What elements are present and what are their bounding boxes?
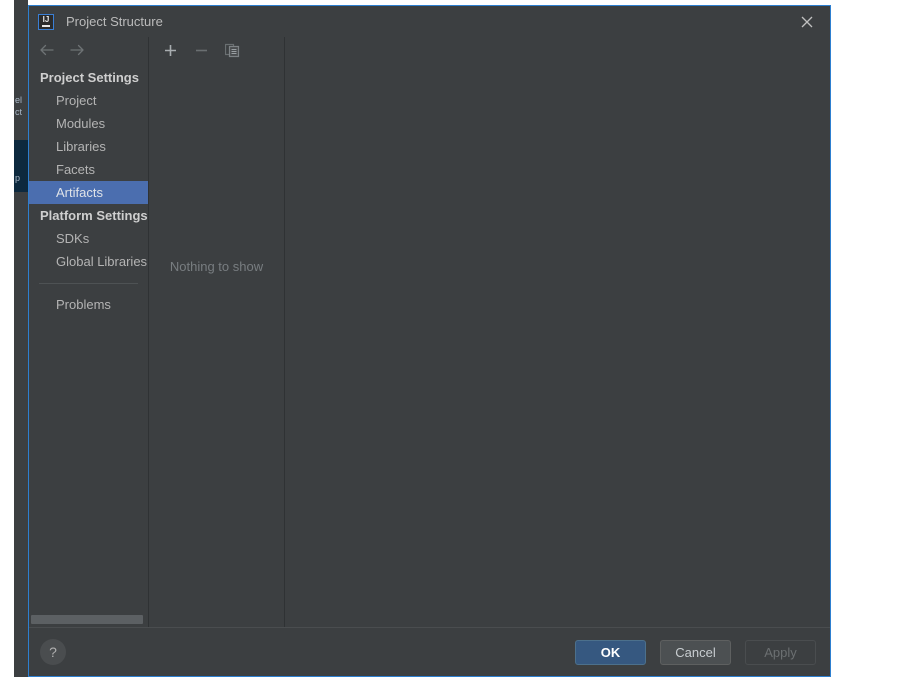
forward-button[interactable] bbox=[69, 42, 86, 59]
artifact-detail-panel bbox=[285, 37, 830, 627]
app-icon-text: IJ bbox=[42, 14, 50, 24]
sidebar-navigation bbox=[29, 37, 148, 63]
sidebar-horizontal-scrollbar[interactable] bbox=[29, 615, 148, 627]
scrollbar-thumb[interactable] bbox=[31, 615, 143, 624]
copy-icon bbox=[224, 43, 239, 57]
close-button[interactable] bbox=[784, 6, 830, 37]
back-button[interactable] bbox=[38, 42, 55, 59]
minus-icon bbox=[195, 49, 207, 51]
apply-button[interactable]: Apply bbox=[745, 639, 816, 665]
background-ide-window: el ct p bbox=[0, 0, 28, 677]
copy-artifact-button[interactable] bbox=[222, 40, 242, 60]
plus-icon bbox=[164, 44, 176, 56]
sidebar-item-libraries[interactable]: Libraries bbox=[29, 135, 148, 158]
remove-artifact-button[interactable] bbox=[191, 40, 211, 60]
sidebar-item-artifacts[interactable]: Artifacts bbox=[29, 181, 148, 204]
sidebar-group-project-settings: Project Settings bbox=[40, 70, 139, 85]
ok-button[interactable]: OK bbox=[575, 639, 646, 665]
sidebar-item-facets[interactable]: Facets bbox=[29, 158, 148, 181]
dialog-button-bar: OK Cancel Apply bbox=[575, 639, 816, 665]
arrow-right-icon bbox=[70, 44, 84, 56]
help-button[interactable]: ? bbox=[40, 639, 66, 665]
dialog-title: Project Structure bbox=[66, 14, 163, 29]
sidebar-item-global-libraries[interactable]: Global Libraries bbox=[29, 250, 148, 273]
cancel-button[interactable]: Cancel bbox=[660, 639, 731, 665]
dialog-body: Project Settings Project Modules Librari… bbox=[29, 37, 830, 627]
add-artifact-button[interactable] bbox=[160, 40, 180, 60]
dialog-titlebar: IJ Project Structure bbox=[29, 6, 830, 37]
sidebar-item-sdks[interactable]: SDKs bbox=[29, 227, 148, 250]
sidebar-item-project[interactable]: Project bbox=[29, 89, 148, 112]
sidebar-item-modules[interactable]: Modules bbox=[29, 112, 148, 135]
artifacts-toolbar bbox=[149, 37, 284, 63]
background-ide-text: p bbox=[15, 174, 21, 183]
artifacts-list-panel: Nothing to show bbox=[149, 37, 284, 627]
project-structure-dialog: IJ Project Structure Project Settings Pr… bbox=[28, 5, 831, 677]
arrow-left-icon bbox=[40, 44, 54, 56]
dialog-footer: ? OK Cancel Apply bbox=[29, 627, 830, 676]
sidebar-item-problems[interactable]: Problems bbox=[29, 293, 148, 316]
settings-sidebar: Project Settings Project Modules Librari… bbox=[29, 37, 148, 627]
background-ide-selection bbox=[14, 140, 28, 192]
artifacts-empty-state: Nothing to show bbox=[149, 63, 284, 627]
close-icon bbox=[801, 16, 813, 27]
sidebar-separator bbox=[39, 283, 138, 284]
settings-tree: Project Settings Project Modules Librari… bbox=[29, 63, 148, 615]
background-ide-text: el bbox=[15, 96, 23, 105]
intellij-idea-icon: IJ bbox=[38, 13, 54, 30]
sidebar-group-platform-settings: Platform Settings bbox=[40, 208, 148, 223]
app-icon-underline bbox=[42, 24, 50, 27]
empty-message: Nothing to show bbox=[169, 259, 264, 274]
background-ide-text: ct bbox=[15, 108, 23, 117]
